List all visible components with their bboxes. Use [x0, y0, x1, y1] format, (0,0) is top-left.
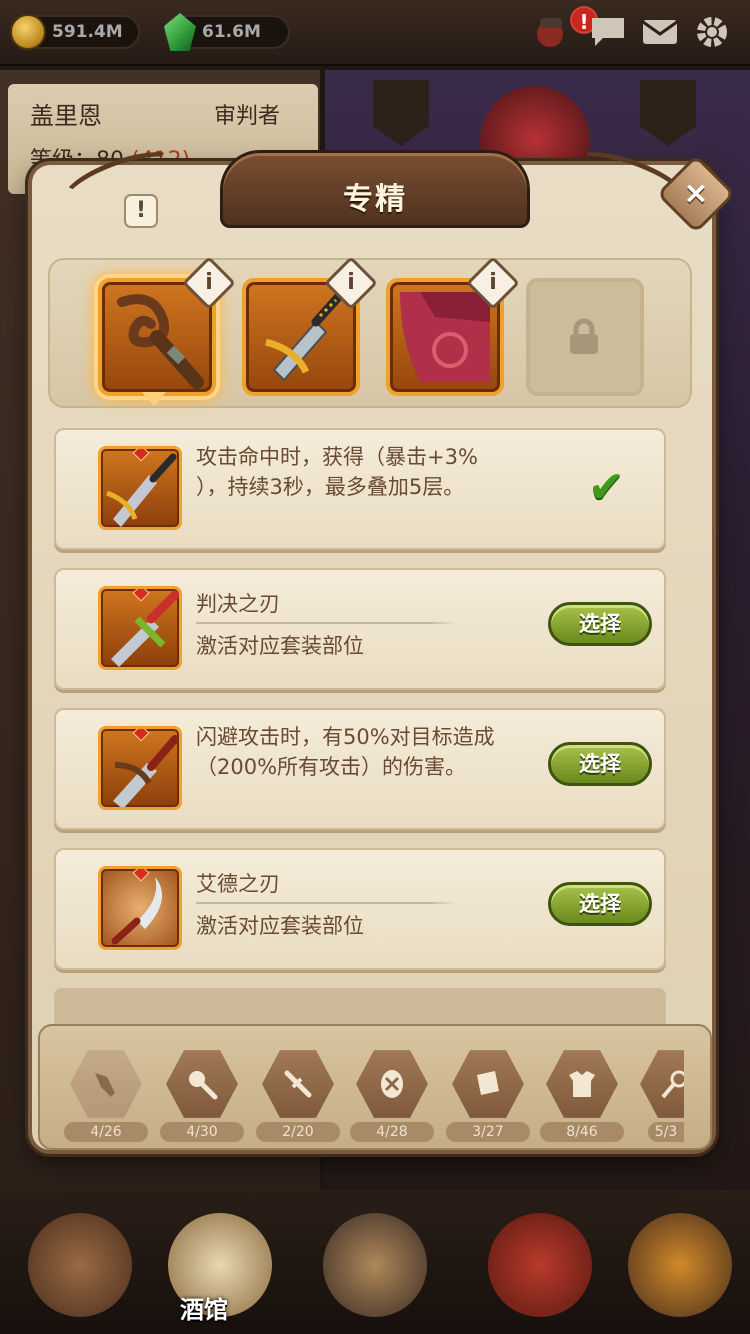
- slot-info-icon-3: i: [489, 270, 497, 295]
- slot-info-icon-2: i: [347, 270, 355, 295]
- option-1-desc-line2: ），持续3秒，最多叠加5层。: [196, 475, 465, 499]
- staff-icon: [661, 1070, 684, 1099]
- category-staff-count: 5/3: [648, 1122, 684, 1142]
- chat-icon[interactable]: [588, 12, 628, 52]
- option-3-desc-line1: 闪避攻击时，有50%对目标造成: [196, 725, 495, 749]
- close-icon[interactable]: ×: [668, 166, 724, 222]
- spec-option-5-partial: [54, 988, 666, 1028]
- option-2-sub: 激活对应套装部位: [196, 634, 364, 658]
- house-icon: [28, 1213, 132, 1317]
- nav-home[interactable]: [10, 1200, 150, 1330]
- gold-value: 591.4M: [52, 22, 123, 42]
- hero-role: 审判者: [214, 104, 281, 129]
- option-2-name: 判决之刃: [196, 592, 280, 616]
- category-club-count: 4/30: [160, 1122, 244, 1142]
- option-1-desc-line1: 攻击命中时，获得（暴击+3%: [196, 445, 478, 469]
- category-book[interactable]: [452, 1048, 524, 1120]
- category-cross[interactable]: [356, 1048, 428, 1120]
- category-sword[interactable]: [262, 1048, 334, 1120]
- curved-dagger-icon: [98, 726, 182, 810]
- gold-coin-icon: [10, 14, 46, 50]
- gem-icon: [164, 13, 196, 51]
- category-cross-count: 4/28: [350, 1122, 434, 1142]
- category-armor[interactable]: [546, 1048, 618, 1120]
- golden-dagger-icon: [98, 446, 182, 530]
- category-armor-count: 8/46: [540, 1122, 624, 1142]
- category-weapon-count: 4/26: [64, 1122, 148, 1142]
- category-staff[interactable]: [640, 1048, 684, 1120]
- option-2-divider: [196, 622, 456, 624]
- sword-icon: [284, 1070, 312, 1098]
- slot-info-icon-1: i: [205, 270, 213, 295]
- nav-adventure[interactable]: [305, 1200, 445, 1330]
- hero-portrait-icon[interactable]: [532, 12, 572, 52]
- select-button-3[interactable]: 选择: [548, 742, 652, 786]
- gold-counter[interactable]: 591.4M: [10, 14, 140, 50]
- category-weapon[interactable]: [70, 1048, 142, 1120]
- dialog-title: 专精: [343, 182, 407, 217]
- gear-icon[interactable]: [692, 12, 732, 52]
- nav-heroes[interactable]: [470, 1200, 610, 1330]
- top-hud: 591.4M 61.6M !: [0, 0, 750, 66]
- select-button-4[interactable]: 选择: [548, 882, 652, 926]
- select-button-2[interactable]: 选择: [548, 602, 652, 646]
- forge-icon: [628, 1213, 732, 1317]
- book-icon: [477, 1071, 499, 1095]
- club-icon: [189, 1071, 218, 1100]
- nav-forge[interactable]: [610, 1200, 750, 1330]
- category-sword-count: 2/20: [256, 1122, 340, 1142]
- lock-icon: [570, 318, 598, 354]
- scimitar-icon: [98, 866, 182, 950]
- weapon-icon: [95, 1073, 115, 1097]
- option-4-divider: [196, 902, 456, 904]
- mail-icon[interactable]: [640, 12, 680, 52]
- armor-icon: [569, 1071, 595, 1097]
- helmet-icon: [488, 1213, 592, 1317]
- gem-value: 61.6M: [202, 22, 261, 42]
- nav-tavern-label: 酒馆: [180, 1296, 228, 1324]
- gem-counter[interactable]: 61.6M: [164, 13, 290, 51]
- category-club[interactable]: [166, 1048, 238, 1120]
- hero-name: 盖里恩: [30, 102, 102, 130]
- cross-icon: [381, 1070, 403, 1098]
- option-4-sub: 激活对应套装部位: [196, 914, 364, 938]
- info-button[interactable]: !: [124, 194, 158, 228]
- option-4-name: 艾德之刃: [196, 872, 280, 896]
- category-book-count: 3/27: [446, 1122, 530, 1142]
- selected-check-icon: ✔: [588, 462, 625, 513]
- portal-icon: [323, 1213, 427, 1317]
- option-3-desc-line2: （200%所有攻击）的伤害。: [196, 755, 467, 779]
- green-sword-icon: [98, 586, 182, 670]
